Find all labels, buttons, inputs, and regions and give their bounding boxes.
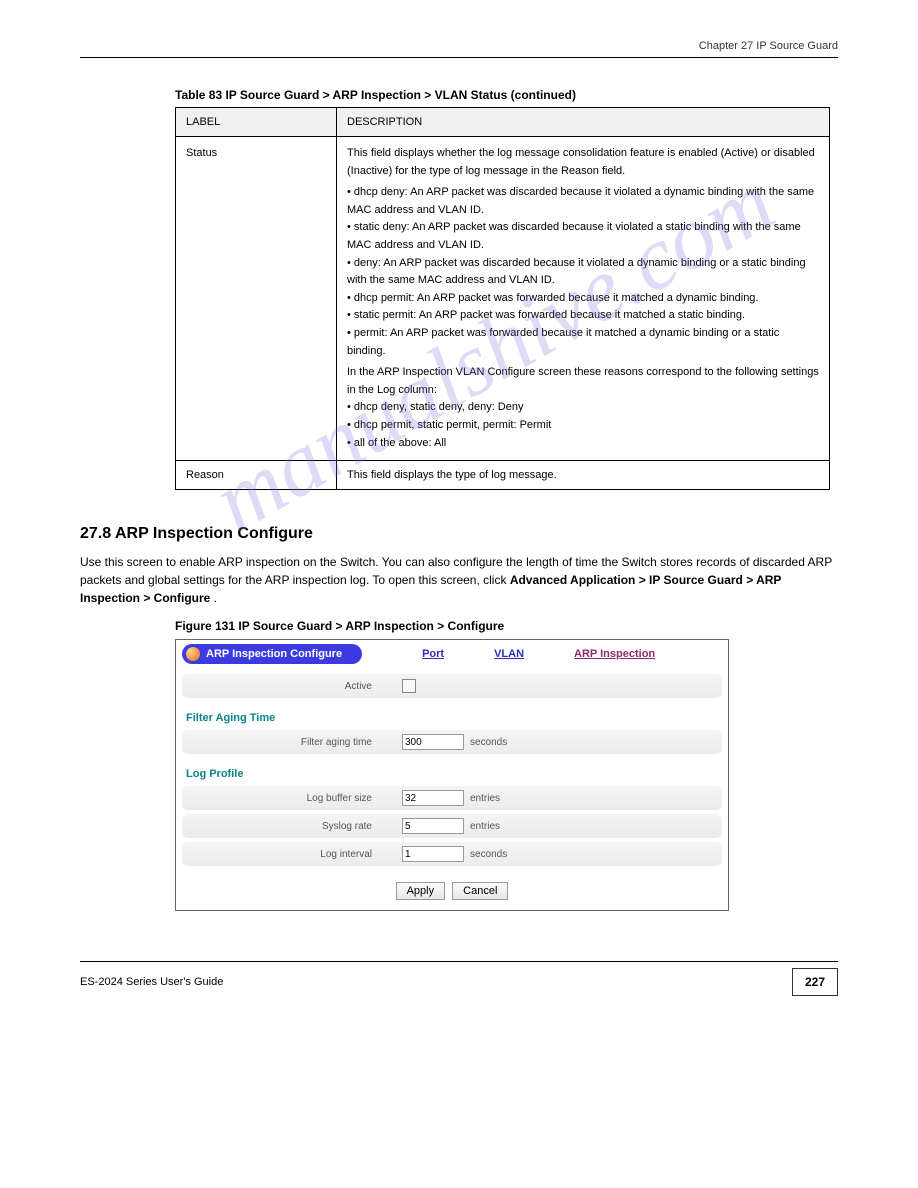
th-label: LABEL	[176, 108, 337, 137]
filter-aging-unit: seconds	[470, 737, 507, 748]
desc-line: • dhcp deny: An ARP packet was discarded…	[347, 184, 819, 219]
log-section-label: Log Profile	[186, 768, 722, 780]
link-port[interactable]: Port	[422, 648, 444, 660]
syslog-rate-label: Syslog rate	[192, 821, 402, 832]
desc-line: • dhcp permit, static permit, permit: Pe…	[347, 417, 819, 435]
cancel-button[interactable]: Cancel	[452, 882, 508, 900]
filter-aging-label: Filter aging time	[192, 737, 402, 748]
desc-line: • all of the above: All	[347, 435, 819, 453]
section-paragraph: Use this screen to enable ARP inspection…	[80, 553, 838, 607]
log-interval-input[interactable]	[402, 846, 464, 862]
cell-label: Reason	[176, 461, 337, 490]
th-description: DESCRIPTION	[337, 108, 830, 137]
figure-title-text: ARP Inspection Configure	[206, 648, 342, 660]
filter-section-label: Filter Aging Time	[186, 712, 722, 724]
footer-page-number: 227	[792, 968, 838, 996]
link-vlan[interactable]: VLAN	[494, 648, 524, 660]
table-row: Reason This field displays the type of l…	[176, 461, 830, 490]
syslog-rate-unit: entries	[470, 821, 500, 832]
description-table: LABEL DESCRIPTION Status This field disp…	[175, 107, 830, 490]
figure-frame: ARP Inspection Configure Port VLAN ARP I…	[175, 639, 729, 911]
table-row: Status This field displays whether the l…	[176, 137, 830, 461]
figure-title-pill: ARP Inspection Configure	[182, 644, 362, 664]
header-chapter: Chapter 27 IP Source Guard	[80, 40, 838, 52]
apply-button[interactable]: Apply	[396, 882, 446, 900]
figure-caption: Figure 131 IP Source Guard > ARP Inspect…	[175, 619, 838, 633]
active-checkbox[interactable]	[402, 679, 416, 693]
cell-desc: This field displays the type of log mess…	[337, 461, 830, 490]
log-buffer-label: Log buffer size	[192, 793, 402, 804]
cell-desc: This field displays whether the log mess…	[337, 137, 830, 461]
desc-line: • static deny: An ARP packet was discard…	[347, 219, 819, 254]
link-arp-inspection[interactable]: ARP Inspection	[574, 648, 655, 660]
cell-label: Status	[176, 137, 337, 461]
desc-line: This field displays whether the log mess…	[347, 145, 819, 180]
syslog-rate-input[interactable]	[402, 818, 464, 834]
footer-rule	[80, 961, 838, 962]
sphere-icon	[186, 647, 200, 661]
section-heading: 27.8 ARP Inspection Configure	[80, 525, 838, 543]
active-label: Active	[192, 681, 402, 692]
log-buffer-input[interactable]	[402, 790, 464, 806]
para-text: .	[214, 591, 217, 605]
log-buffer-unit: entries	[470, 793, 500, 804]
footer-doc-title: ES-2024 Series User's Guide	[80, 976, 223, 988]
desc-line: In the ARP Inspection VLAN Configure scr…	[347, 364, 819, 399]
desc-line: • dhcp deny, static deny, deny: Deny	[347, 399, 819, 417]
desc-line: • permit: An ARP packet was forwarded be…	[347, 325, 819, 360]
desc-line: • static permit: An ARP packet was forwa…	[347, 307, 819, 325]
log-interval-label: Log interval	[192, 849, 402, 860]
filter-aging-input[interactable]	[402, 734, 464, 750]
header-rule	[80, 57, 838, 58]
desc-line: • dhcp permit: An ARP packet was forward…	[347, 290, 819, 308]
log-interval-unit: seconds	[470, 849, 507, 860]
desc-line: • deny: An ARP packet was discarded beca…	[347, 255, 819, 290]
table-caption: Table 83 IP Source Guard > ARP Inspectio…	[175, 88, 838, 102]
